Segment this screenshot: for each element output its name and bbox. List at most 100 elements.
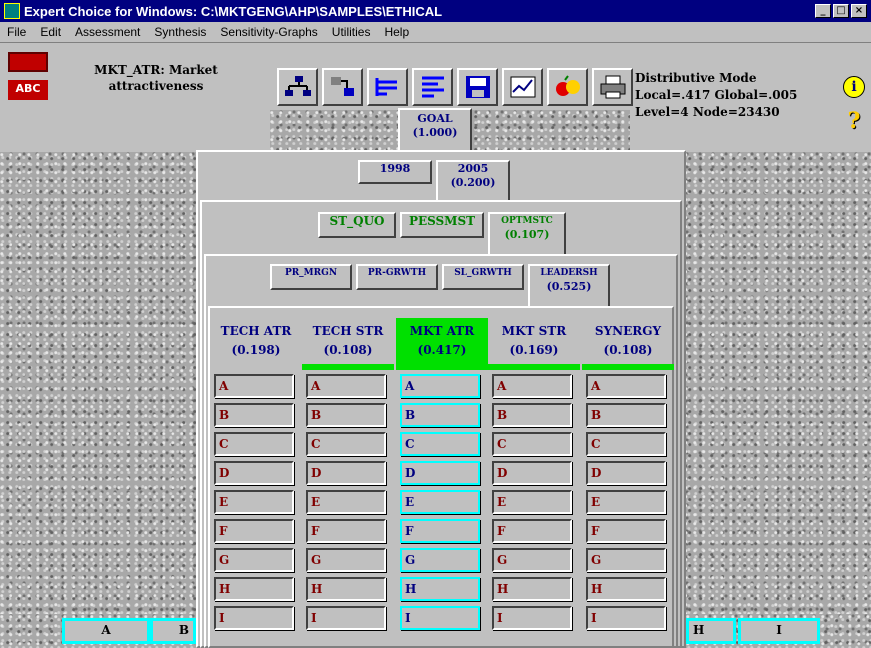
alternative-cell[interactable]: D <box>492 461 572 485</box>
tab-optmstc[interactable]: OPTMSTC (0.107) <box>488 212 566 256</box>
title-bar[interactable]: Expert Choice for Windows: C:\MKTGENG\AH… <box>0 0 871 22</box>
alternative-cell[interactable]: F <box>400 519 480 543</box>
alternative-cell[interactable]: E <box>214 490 294 514</box>
tab-2005[interactable]: 2005 (0.200) <box>436 160 510 202</box>
alternative-cell[interactable]: E <box>492 490 572 514</box>
alternative-cell[interactable]: H <box>306 577 386 601</box>
menu-help[interactable]: Help <box>377 25 416 39</box>
alternative-cell[interactable]: I <box>400 606 480 630</box>
mode-line2: Local=.417 Global=.005 <box>635 88 798 102</box>
criterion-mkt-str[interactable]: MKT STR (0.169) <box>488 318 580 370</box>
menu-sensitivity-graphs[interactable]: Sensitivity-Graphs <box>213 25 324 39</box>
alternative-cell[interactable]: A <box>306 374 386 398</box>
alternative-cell[interactable]: C <box>306 432 386 456</box>
minimize-button[interactable]: _ <box>815 4 831 18</box>
tab-st-quo[interactable]: ST_QUO <box>318 212 396 238</box>
criterion-synergy[interactable]: SYNERGY (0.108) <box>582 318 674 370</box>
app-icon[interactable] <box>4 3 20 19</box>
alternative-cell[interactable]: B <box>306 403 386 427</box>
alternative-cell[interactable]: C <box>586 432 666 456</box>
node-name: MKT_ATR: Market attractiveness <box>56 62 256 94</box>
info-icon[interactable]: i <box>843 76 865 98</box>
mode-line3: Level=4 Node=23430 <box>635 105 780 119</box>
alternative-cell[interactable]: C <box>400 432 480 456</box>
alternative-cell[interactable]: G <box>214 548 294 572</box>
window-title: Expert Choice for Windows: C:\MKTGENG\AH… <box>24 3 443 19</box>
fruit-icon[interactable] <box>547 68 588 106</box>
tab-1998[interactable]: 1998 <box>358 160 432 184</box>
criterion-weight: (0.169) <box>509 343 559 357</box>
alternative-cell[interactable]: G <box>306 548 386 572</box>
alternative-cell[interactable]: I <box>492 606 572 630</box>
alternative-cell[interactable]: A <box>586 374 666 398</box>
menu-file[interactable]: File <box>0 25 33 39</box>
alternative-cell[interactable]: A <box>400 374 480 398</box>
tree-icon[interactable] <box>367 68 408 106</box>
alternative-cell[interactable]: I <box>306 606 386 630</box>
bottom-cell-b[interactable]: B <box>150 618 196 644</box>
bottom-cell-a[interactable]: A <box>62 618 150 644</box>
menu-synthesis[interactable]: Synthesis <box>147 25 213 39</box>
alternative-cell[interactable]: C <box>492 432 572 456</box>
help-icon[interactable]: ? <box>843 110 865 132</box>
tab-sl-grwth[interactable]: SL_GRWTH <box>442 264 524 290</box>
maximize-button[interactable]: □ <box>833 4 849 18</box>
list-icon[interactable] <box>412 68 453 106</box>
alternative-cell[interactable]: D <box>214 461 294 485</box>
alternative-cell[interactable]: B <box>214 403 294 427</box>
alternative-cell[interactable]: G <box>586 548 666 572</box>
network-icon[interactable] <box>322 68 363 106</box>
menu-utilities[interactable]: Utilities <box>325 25 378 39</box>
alternative-cell[interactable]: F <box>306 519 386 543</box>
tab-leadersh[interactable]: LEADERSH (0.525) <box>528 264 610 308</box>
close-button[interactable]: × <box>851 4 867 18</box>
alternative-cell[interactable]: B <box>586 403 666 427</box>
alternative-cell[interactable]: D <box>586 461 666 485</box>
criterion-label: MKT ATR <box>409 324 475 338</box>
save-icon[interactable] <box>457 68 498 106</box>
criterion-tech-atr[interactable]: TECH ATR (0.198) <box>210 318 302 370</box>
alternative-cell[interactable]: F <box>586 519 666 543</box>
menu-edit[interactable]: Edit <box>33 25 68 39</box>
alternative-cell[interactable]: F <box>492 519 572 543</box>
tab-pessmst[interactable]: PESSMST <box>400 212 484 238</box>
alternative-cell[interactable]: C <box>214 432 294 456</box>
alternative-cell[interactable]: D <box>306 461 386 485</box>
alternative-cell[interactable]: I <box>586 606 666 630</box>
alternative-cell[interactable]: G <box>400 548 480 572</box>
criterion-label: MKT STR <box>501 324 567 338</box>
alternative-cell[interactable]: E <box>306 490 386 514</box>
bottom-cell-i[interactable]: I <box>738 618 820 644</box>
menu-assessment[interactable]: Assessment <box>68 25 147 39</box>
alternative-cell[interactable]: B <box>400 403 480 427</box>
alternative-cell[interactable]: E <box>400 490 480 514</box>
alternative-cell[interactable]: H <box>586 577 666 601</box>
alternative-cell[interactable]: E <box>586 490 666 514</box>
book-icon[interactable] <box>8 52 48 72</box>
criterion-tech-str[interactable]: TECH STR (0.108) <box>302 318 394 370</box>
alternative-cell[interactable]: I <box>214 606 294 630</box>
alternative-cell[interactable]: H <box>214 577 294 601</box>
menu-bar: File Edit Assessment Synthesis Sensitivi… <box>0 22 871 42</box>
weight-bar <box>396 364 488 370</box>
node-name-line2: attractiveness <box>108 79 204 93</box>
alternative-cell[interactable]: H <box>400 577 480 601</box>
tab-pr-grwth[interactable]: PR-GRWTH <box>356 264 438 290</box>
print-icon[interactable] <box>592 68 633 106</box>
tab-pr-mrgn[interactable]: PR_MRGN <box>270 264 352 290</box>
criterion-mkt-atr[interactable]: MKT ATR (0.417) <box>396 318 488 370</box>
criterion-weight: (0.417) <box>417 343 467 357</box>
graph-icon[interactable] <box>502 68 543 106</box>
tab-goal[interactable]: GOAL (1.000) <box>398 108 472 152</box>
alternative-cell[interactable]: G <box>492 548 572 572</box>
alternative-cell[interactable]: A <box>214 374 294 398</box>
hierarchy-icon[interactable] <box>277 68 318 106</box>
alternative-cell[interactable]: H <box>492 577 572 601</box>
abc-icon[interactable]: ABC <box>8 80 48 100</box>
alternative-cell[interactable]: F <box>214 519 294 543</box>
alternative-cell[interactable]: A <box>492 374 572 398</box>
alternative-cell[interactable]: B <box>492 403 572 427</box>
alternative-cell[interactable]: D <box>400 461 480 485</box>
bottom-cell-h[interactable]: H <box>686 618 736 644</box>
criterion-weight: (0.198) <box>231 343 281 357</box>
